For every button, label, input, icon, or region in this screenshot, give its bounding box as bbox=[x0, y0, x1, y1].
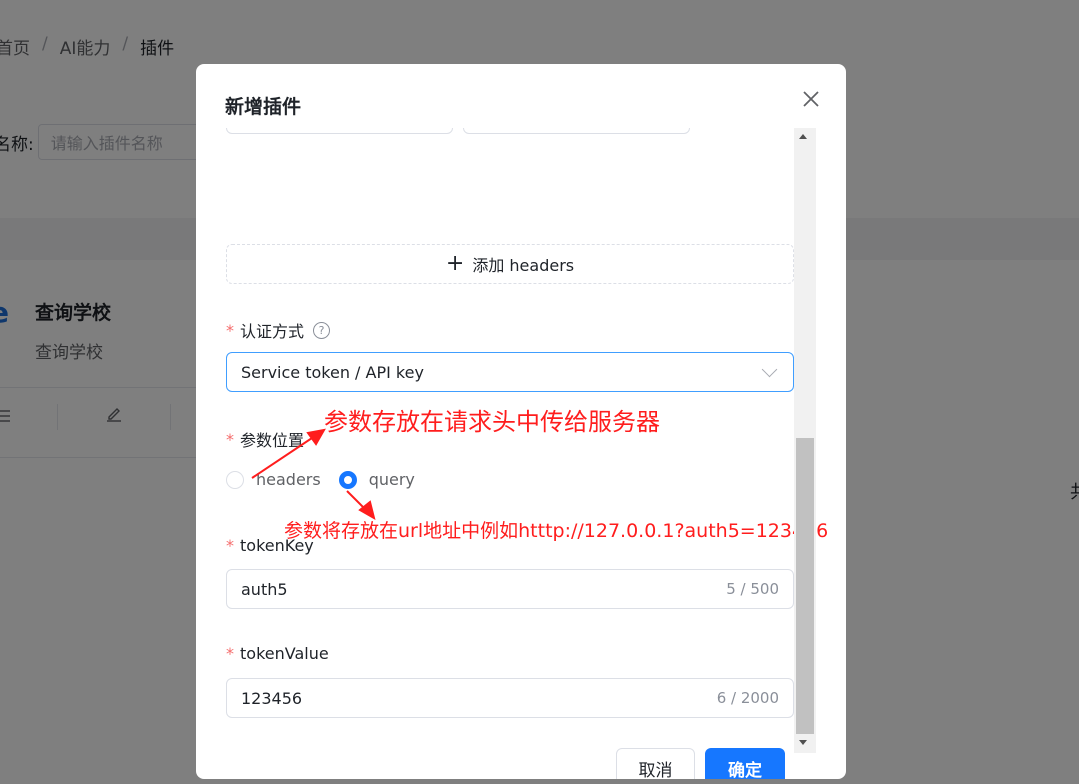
scroll-down-icon[interactable] bbox=[799, 740, 807, 745]
dialog-scroll-area: + 添加 headers * 认证方式 ? Service token / AP… bbox=[196, 128, 846, 779]
dialog-title: 新增插件 bbox=[225, 96, 302, 118]
add-plugin-dialog: 新增插件 + 添加 headers * 认证方式 ? Service token… bbox=[196, 64, 846, 779]
scroll-up-icon[interactable] bbox=[799, 134, 807, 139]
annotation-arrowhead bbox=[358, 500, 376, 521]
annotation-arrowhead bbox=[306, 428, 326, 446]
annotation-arrows bbox=[251, 428, 376, 521]
scrollbar-thumb[interactable] bbox=[796, 438, 814, 734]
annotation-arrow-headers bbox=[251, 433, 319, 479]
close-icon[interactable] bbox=[800, 88, 822, 110]
